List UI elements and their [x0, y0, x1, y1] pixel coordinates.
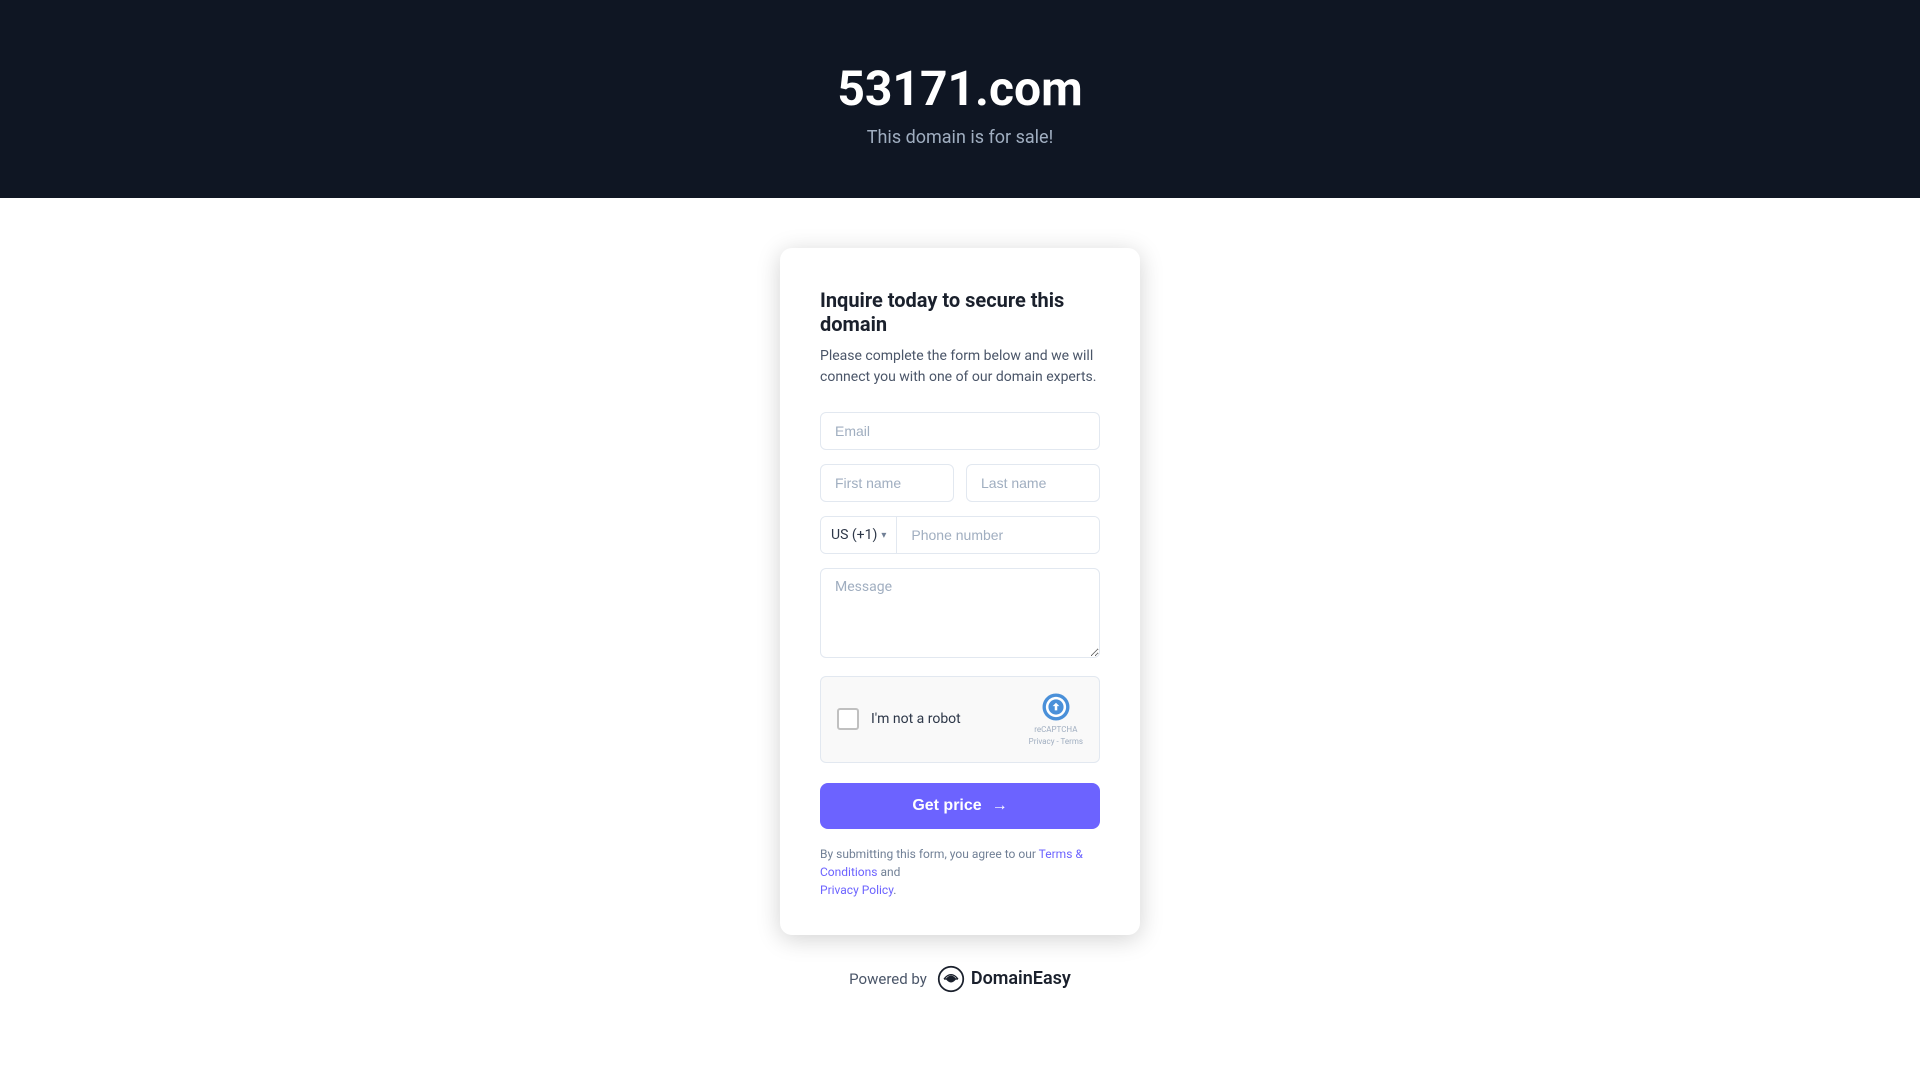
submit-label: Get price — [912, 797, 981, 815]
phone-row: US (+1) ▾ — [820, 516, 1100, 554]
card-description: Please complete the form below and we wi… — [820, 346, 1100, 388]
submit-button[interactable]: Get price → — [820, 783, 1100, 829]
first-name-group — [820, 464, 954, 502]
message-field[interactable] — [820, 568, 1100, 658]
terms-text-3: . — [893, 883, 896, 897]
terms-text-2: and — [877, 865, 900, 879]
arrow-right-icon: → — [992, 797, 1008, 815]
name-row — [820, 464, 1100, 502]
phone-country-label: US (+1) — [831, 527, 877, 543]
site-title: 53171.com — [837, 60, 1082, 117]
top-section: 53171.com This domain is for sale! — [0, 0, 1920, 198]
powered-by-text: Powered by — [849, 970, 927, 988]
domaineasy-icon — [937, 965, 965, 993]
chevron-down-icon: ▾ — [881, 530, 886, 541]
captcha-checkbox[interactable] — [837, 708, 859, 730]
phone-country-selector[interactable]: US (+1) ▾ — [821, 517, 897, 553]
first-name-field[interactable] — [820, 464, 954, 502]
email-group — [820, 412, 1100, 450]
terms-text: By submitting this form, you agree to ou… — [820, 845, 1100, 899]
site-subtitle: This domain is for sale! — [867, 127, 1053, 148]
inquiry-card: Inquire today to secure this domain Plea… — [780, 248, 1140, 935]
captcha-label: I'm not a robot — [871, 711, 1017, 727]
card-title: Inquire today to secure this domain — [820, 288, 1100, 336]
powered-by-section: Powered by DomainEasy — [849, 965, 1071, 993]
captcha-logo: reCAPTCHA Privacy - Terms — [1029, 691, 1083, 748]
domaineasy-name: DomainEasy — [971, 968, 1071, 989]
recaptcha-terms: Privacy - Terms — [1029, 737, 1083, 747]
phone-number-field[interactable] — [897, 517, 1099, 553]
message-group — [820, 568, 1100, 662]
privacy-policy-link[interactable]: Privacy Policy — [820, 883, 893, 897]
captcha-box: I'm not a robot reCAPTCHA Privacy - Term… — [820, 676, 1100, 763]
domaineasy-logo: DomainEasy — [937, 965, 1071, 993]
terms-text-1: By submitting this form, you agree to ou… — [820, 847, 1039, 861]
recaptcha-icon — [1040, 691, 1072, 723]
bottom-section: Inquire today to secure this domain Plea… — [0, 198, 1920, 1080]
recaptcha-label: reCAPTCHA — [1034, 725, 1077, 735]
last-name-group — [966, 464, 1100, 502]
email-field[interactable] — [820, 412, 1100, 450]
last-name-field[interactable] — [966, 464, 1100, 502]
